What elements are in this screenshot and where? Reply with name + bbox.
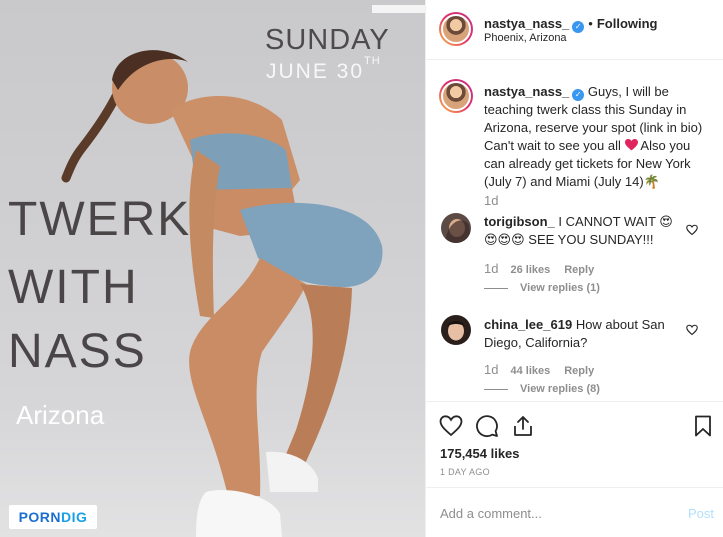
replies-divider [484,287,508,289]
add-comment-input[interactable] [440,502,660,524]
commenter-avatar[interactable] [441,213,471,243]
poster-city: Arizona [16,400,105,430]
red-heart-icon [624,139,638,151]
post-actions: 175,454 likes 1 DAY AGO [426,401,723,486]
poster-line-2: WITH [8,261,139,314]
comment-like-heart-icon[interactable] [686,324,698,336]
caption-avatar[interactable] [439,79,473,113]
comment-time[interactable]: 1d [484,362,498,377]
watermark-logo: PORN DIG [9,505,97,529]
caption-text: nastya_nass_ ✓ Guys, I will be teaching t… [484,83,706,191]
post-comment-button[interactable]: Post [688,506,714,521]
comment-meta: 1d 44 likes Reply [484,362,594,377]
header-name-row: nastya_nass_ ✓ • Following [484,15,658,33]
post-side-panel: nastya_nass_ ✓ • Following Phoenix, Arizona… [425,0,723,537]
comment-like-heart-icon[interactable] [686,224,698,236]
comment-time[interactable]: 1d [484,261,498,276]
comment-text: china_lee_619 How about San Diego, Calif… [484,316,684,352]
poster-day: SUNDAY [265,24,390,56]
commenter-username[interactable]: china_lee_619 [484,317,572,332]
comments-section: nastya_nass_ ✓ Guys, I will be teaching t… [426,61,723,401]
author-username[interactable]: nastya_nass_ [484,16,569,31]
caption-time[interactable]: 1d [484,193,498,208]
view-replies-button[interactable]: View replies (8) [484,383,600,395]
poster-line-3: NASS [8,325,147,378]
reply-button[interactable]: Reply [564,264,594,276]
heart-icon[interactable] [439,414,463,438]
reply-button[interactable]: Reply [564,365,594,377]
palm-tree-icon: 🌴 [643,174,660,189]
poster-line-1: TWERK [8,193,192,246]
verified-badge-icon: ✓ [572,21,585,33]
comment-icon[interactable] [475,414,499,438]
share-icon[interactable] [511,414,535,438]
post-image[interactable]: SUNDAY JUNE 30TH TWERK WITH NASS Arizona… [0,0,425,537]
comment-likes[interactable]: 44 likes [510,365,550,377]
commenter-avatar[interactable] [441,315,471,345]
commenter-username[interactable]: torigibson_ [484,214,555,229]
bookmark-icon[interactable] [691,414,715,438]
replies-divider [484,388,508,390]
following-button[interactable]: Following [597,16,658,31]
comment-meta: 1d 26 likes Reply [484,261,594,276]
add-comment-bar: Post [426,487,723,537]
likes-count[interactable]: 175,454 likes [440,446,520,461]
post-header: nastya_nass_ ✓ • Following Phoenix, Arizona [426,0,723,60]
comment-likes[interactable]: 26 likes [510,264,550,276]
author-avatar[interactable] [439,12,473,46]
verified-badge-icon: ✓ [572,89,585,101]
post-time-ago[interactable]: 1 DAY AGO [440,467,490,477]
separator-dot: • [588,16,593,31]
caption-username[interactable]: nastya_nass_ [484,84,569,99]
comment-text: torigibson_ I CANNOT WAIT 😍 😍😍😍 SEE YOU … [484,213,684,249]
poster-date: JUNE 30TH [266,55,381,83]
view-replies-button[interactable]: View replies (1) [484,282,600,294]
post-location[interactable]: Phoenix, Arizona [484,32,567,44]
